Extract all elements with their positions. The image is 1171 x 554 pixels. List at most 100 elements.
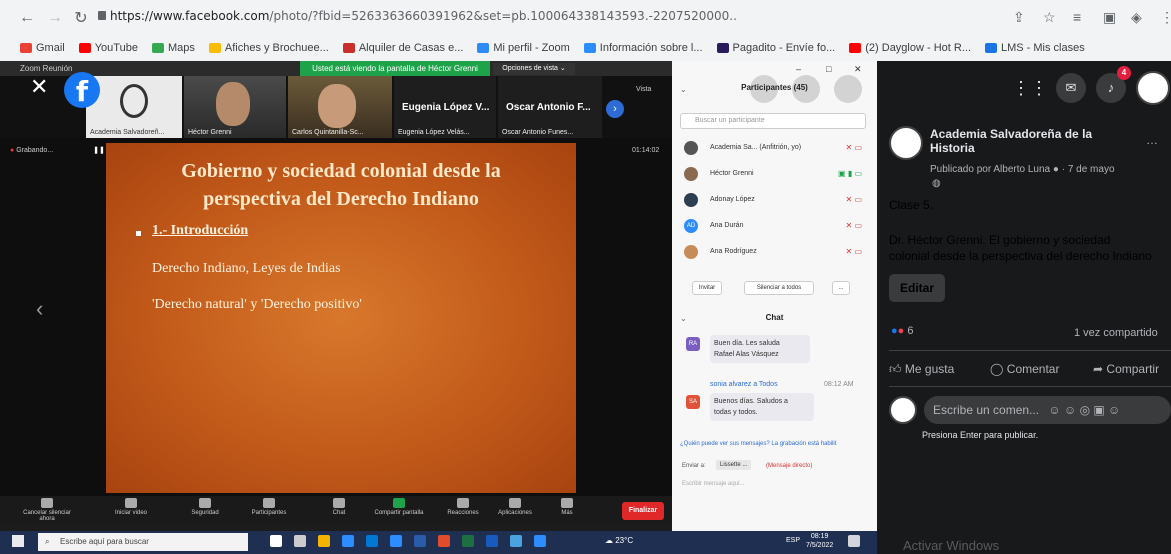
thumb-carlos[interactable]: Carlos Quintanilla-Sc... — [288, 76, 392, 138]
zoom-control-5[interactable]: Compartir pantalla — [372, 498, 426, 516]
taskbar-app-icon[interactable] — [414, 535, 426, 547]
participant-row[interactable]: Héctor Grenni ▣ ▮ ▭ — [682, 163, 868, 185]
taskbar-app-icon[interactable] — [294, 535, 306, 547]
clock[interactable]: 08:19 7/5/2022 — [806, 532, 833, 550]
emoji-icons[interactable]: ☺ ☺ ◎ ▣ ☺ — [1048, 403, 1120, 417]
taskbar-app-icon[interactable] — [390, 535, 402, 547]
star-icon[interactable]: ☆ — [1043, 9, 1056, 26]
comment-input[interactable]: Escribe un comen... ☺ ☺ ◎ ▣ ☺ — [924, 396, 1171, 424]
mic-camera-icons[interactable]: ✕ ▭ — [846, 247, 862, 256]
send-to-select[interactable]: Lissette ... — [716, 460, 752, 470]
share-page-icon[interactable]: ⇪ — [1013, 9, 1025, 26]
bookmark-item[interactable]: (2) Dayglow - Hot R... — [849, 42, 971, 54]
zoom-control-7[interactable]: Aplicaciones — [488, 498, 542, 516]
minimize-icon[interactable]: – — [796, 64, 801, 74]
chat-notice[interactable]: ¿Quién puede ver sus mensajes? La grabac… — [680, 441, 836, 447]
zoom-control-1[interactable]: Iniciar video — [104, 498, 158, 516]
zoom-control-0[interactable]: Cancelar silenciar ahora — [20, 498, 74, 522]
lock-icon[interactable] — [98, 11, 106, 20]
profile-avatar[interactable] — [1136, 71, 1170, 105]
bookmark-item[interactable]: Mi perfil - Zoom — [477, 42, 570, 54]
mute-all-button[interactable]: Silenciar a todos — [744, 281, 814, 295]
participant-row[interactable]: Adonay López ✕ ▭ — [682, 189, 868, 211]
previous-photo-icon[interactable]: ‹ — [36, 296, 43, 322]
video-thumbnails: Academia Salvadoreñ... Héctor Grenni Car… — [0, 76, 672, 138]
side-panel-icon[interactable]: ▣ — [1103, 9, 1116, 26]
share-button[interactable]: ➦ Compartir — [1093, 362, 1159, 376]
bookmark-item[interactable]: Maps — [151, 42, 195, 54]
taskbar-app-icon[interactable] — [342, 535, 354, 547]
bullet-icon — [136, 231, 141, 236]
mic-camera-icons[interactable]: ▣ ▮ ▭ — [838, 169, 862, 178]
view-options-button[interactable]: Opciones de vista ⌄ — [493, 63, 575, 75]
notification-center-icon[interactable] — [848, 535, 860, 547]
reload-icon[interactable]: ↻ — [68, 5, 94, 31]
participant-search-input[interactable]: Buscar un participante — [680, 113, 866, 129]
post-options-icon[interactable]: … — [1146, 133, 1158, 147]
taskbar-app-icon[interactable] — [438, 535, 450, 547]
back-icon[interactable]: ← — [14, 5, 40, 31]
taskbar-app-icon[interactable] — [510, 535, 522, 547]
thumb-hector[interactable]: Héctor Grenni — [184, 76, 286, 138]
reading-list-icon[interactable]: ≡ — [1073, 9, 1081, 25]
like-button[interactable]: 👍︎ Me gusta — [889, 362, 954, 377]
bookmark-item[interactable]: Información sobre l... — [583, 42, 703, 54]
page-name[interactable]: Academia Salvadoreña de la Historia — [930, 127, 1092, 155]
collapse-icon[interactable]: ⌄ — [680, 85, 687, 94]
close-window-icon[interactable]: ✕ — [854, 64, 862, 75]
zoom-control-8[interactable]: Más — [540, 498, 594, 516]
bookmark-item[interactable]: Pagadito - Envíe fo... — [716, 42, 835, 54]
zoom-control-3[interactable]: Participantes — [242, 498, 296, 516]
url-field[interactable]: https://www.facebook.com/photo/?fbid=526… — [110, 9, 737, 23]
menu-icon[interactable]: ⋮ — [1160, 9, 1171, 26]
bookmark-item[interactable]: YouTube — [78, 42, 138, 54]
participant-row[interactable]: Academia Sa... (Anfitrión, yo) ✕ ▭ — [682, 137, 868, 159]
next-page-icon[interactable]: › — [606, 100, 624, 118]
bookmark-item[interactable]: Afiches y Brochuee... — [208, 42, 329, 54]
taskbar-app-icon[interactable] — [270, 535, 282, 547]
taskbar-app-icon[interactable] — [486, 535, 498, 547]
taskbar-app-icon[interactable] — [318, 535, 330, 547]
taskbar-app-icon[interactable] — [534, 535, 546, 547]
page-avatar[interactable] — [889, 126, 923, 160]
taskbar-app-icon[interactable] — [366, 535, 378, 547]
more-options-button[interactable]: ... — [832, 281, 850, 295]
bookmark-item[interactable]: Alquiler de Casas e... — [342, 42, 463, 54]
language[interactable]: ESP — [786, 537, 800, 544]
forward-icon[interactable]: → — [42, 5, 68, 31]
post-date[interactable]: 7 de mayo — [1068, 164, 1115, 175]
mic-camera-icons[interactable]: ✕ ▭ — [846, 221, 862, 230]
reactions[interactable]: ●● 6 — [891, 325, 914, 337]
commenter-avatar[interactable] — [889, 396, 917, 424]
view-label[interactable]: Vista — [636, 86, 651, 93]
participant-row[interactable]: AD Ana Durán ✕ ▭ — [682, 215, 868, 237]
end-meeting-button[interactable]: Finalizar — [622, 502, 664, 520]
bookmark-item[interactable]: LMS - Mis clases — [985, 42, 1085, 54]
zoom-control-6[interactable]: Reacciones — [436, 498, 490, 516]
share-count[interactable]: 1 vez compartido — [1074, 327, 1158, 339]
messenger-icon[interactable]: ✉ — [1056, 73, 1086, 103]
comment-button[interactable]: ◯ Comentar — [990, 362, 1059, 376]
thumb-oscar[interactable]: Oscar Antonio F... Oscar Antonio Funes..… — [498, 76, 602, 138]
participant-row[interactable]: Ana Rodríguez ✕ ▭ — [682, 241, 868, 263]
facebook-logo-icon[interactable]: f — [64, 72, 100, 108]
taskbar-search[interactable]: ⌕ Escribe aquí para buscar — [38, 533, 248, 551]
chat-input[interactable]: Escribir mensaje aquí... — [682, 481, 745, 487]
mic-camera-icons[interactable]: ✕ ▭ — [846, 143, 862, 152]
edit-button[interactable]: Editar — [889, 274, 945, 302]
invite-button[interactable]: Invitar — [692, 281, 722, 295]
extension-icon[interactable]: ◈ — [1131, 9, 1142, 26]
close-photo-icon[interactable]: ✕ — [30, 74, 48, 100]
zoom-control-2[interactable]: Seguridad — [178, 498, 232, 516]
pause-icon[interactable]: ❚❚ — [93, 147, 105, 154]
bookmark-item[interactable]: Gmail — [20, 42, 65, 54]
zoom-control-4[interactable]: Chat — [312, 498, 366, 516]
weather[interactable]: ☁ 23°C — [605, 536, 633, 545]
windows-start-icon[interactable] — [12, 535, 24, 547]
thumb-eugenia[interactable]: Eugenia López V... Eugenia López Velás..… — [394, 76, 496, 138]
taskbar-app-icon[interactable] — [462, 535, 474, 547]
mic-camera-icons[interactable]: ✕ ▭ — [846, 195, 862, 204]
apps-menu-icon[interactable]: ⋮⋮ — [1012, 73, 1048, 103]
thumb-academia[interactable]: Academia Salvadoreñ... — [86, 76, 182, 138]
maximize-icon[interactable]: □ — [826, 64, 831, 74]
